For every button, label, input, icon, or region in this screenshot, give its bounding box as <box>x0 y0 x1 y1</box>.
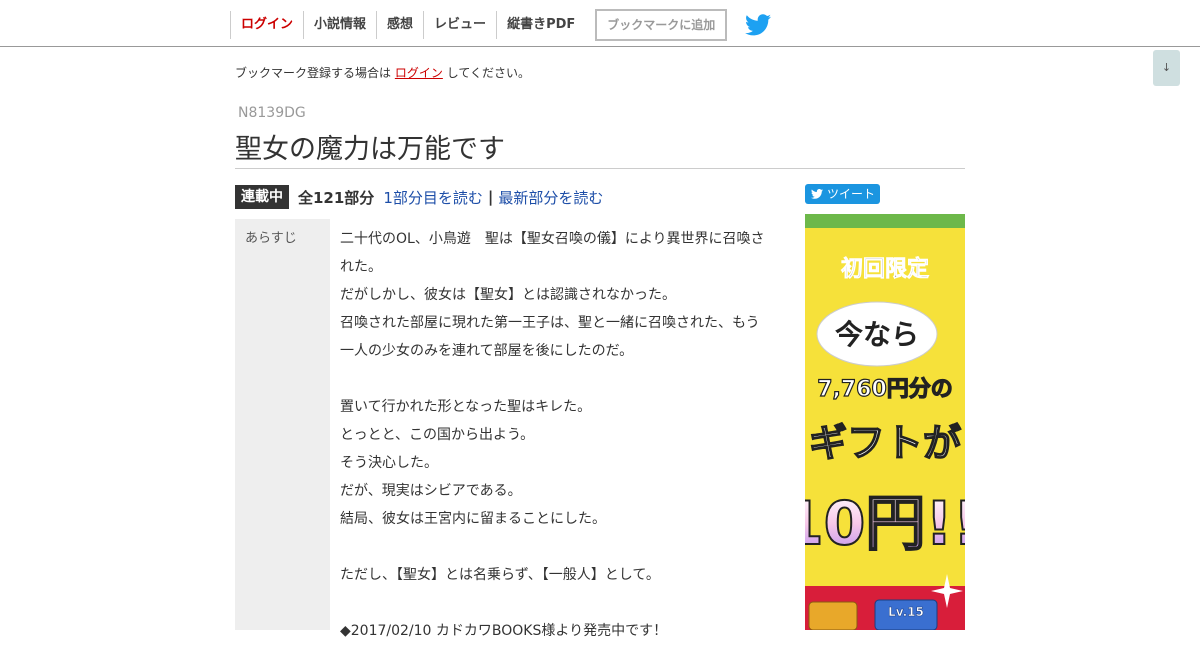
synopsis-line: れた。 <box>340 259 382 275</box>
tweet-button[interactable]: ツイート <box>805 184 880 204</box>
ad-line-2: 今なら <box>835 318 919 351</box>
bookmark-notice: ブックマーク登録する場合は ログイン してください。 <box>235 64 530 81</box>
link-separator: | <box>487 188 494 206</box>
tweet-label: ツイート <box>827 187 876 201</box>
synopsis-line: ◆2017/02/10 カドカワBOOKS様より発売中です！ <box>340 623 668 639</box>
scroll-down-button[interactable]: ↓ <box>1153 50 1180 86</box>
add-bookmark-button[interactable]: ブックマークに追加 <box>595 9 728 41</box>
read-first-link[interactable]: 1部分目を読む <box>383 187 483 208</box>
synopsis-line: 二十代のOL、小鳥遊 聖は【聖女召喚の儀】により異世界に召喚さ <box>340 231 765 247</box>
synopsis-line: そう決心した。 <box>340 455 438 471</box>
synopsis-text: 二十代のOL、小鳥遊 聖は【聖女召喚の儀】により異世界に召喚さ れた。 だがしか… <box>340 225 780 645</box>
synopsis-label: あらすじ <box>245 231 297 246</box>
ad-graphic: 初回限定 今なら 7,760円分の ギフトが 10円!! Lv.15 <box>805 214 965 630</box>
ad-level-badge: Lv.15 <box>888 605 924 619</box>
synopsis-line: だがしかし、彼女は【聖女】とは認識されなかった。 <box>340 287 676 303</box>
synopsis-line <box>340 365 780 393</box>
synopsis-line <box>340 589 780 617</box>
notice-login-link[interactable]: ログイン <box>395 66 443 80</box>
synopsis-line: 結局、彼女は王宮内に留まることにした。 <box>340 511 606 527</box>
notice-text-after: してください。 <box>446 66 530 80</box>
read-latest-link[interactable]: 最新部分を読む <box>498 187 603 208</box>
nav-vertical-pdf[interactable]: 縦書きPDF <box>496 11 585 39</box>
total-parts: 全121部分 <box>298 188 375 207</box>
notice-text-before: ブックマーク登録する場合は <box>235 66 392 80</box>
ad-line-3: 7,760円分の <box>817 377 953 402</box>
synopsis-line: 召喚された部屋に現れた第一王子は、聖と一緒に召喚された、もう <box>340 315 760 331</box>
status-badge: 連載中 <box>235 185 289 209</box>
synopsis-line: だが、現実はシビアである。 <box>340 483 522 499</box>
ad-top-strip <box>805 214 965 228</box>
ad-line-1: 初回限定 <box>841 256 929 282</box>
nav-login[interactable]: ログイン <box>230 11 303 39</box>
ad-gold-tile <box>808 601 858 630</box>
title-divider <box>235 168 965 169</box>
advertisement-banner[interactable]: 初回限定 今なら 7,760円分の ギフトが 10円!! Lv.15 <box>805 214 965 630</box>
synopsis-line: ただし、【聖女】とは名乗らず、【一般人】として。 <box>340 567 660 583</box>
synopsis-label-column: あらすじ <box>235 219 330 630</box>
top-nav: ログイン 小説情報 感想 レビュー 縦書きPDF ブックマークに追加 <box>230 9 772 41</box>
nav-novel-info[interactable]: 小説情報 <box>303 11 376 39</box>
synopsis-line: とっとと、この国から出よう。 <box>340 427 535 443</box>
nav-impressions[interactable]: 感想 <box>376 11 423 39</box>
top-bar: ログイン 小説情報 感想 レビュー 縦書きPDF ブックマークに追加 <box>0 0 1200 47</box>
ad-line-5: 10円!! <box>805 489 965 559</box>
synopsis-line: 一人の少女のみを連れて部屋を後にしたのだ。 <box>340 343 634 359</box>
twitter-bird-icon[interactable] <box>745 14 772 36</box>
novel-status-row: 連載中 全121部分 1部分目を読む | 最新部分を読む <box>235 185 603 209</box>
nav-review[interactable]: レビュー <box>423 11 496 39</box>
synopsis-line: 置いて行かれた形となった聖はキレた。 <box>340 399 592 415</box>
ad-line-4: ギフトが <box>809 421 961 465</box>
twitter-bird-icon <box>811 189 823 199</box>
novel-title: 聖女の魔力は万能です <box>235 134 505 165</box>
synopsis-line <box>340 533 780 561</box>
novel-code: N8139DG <box>238 105 306 121</box>
